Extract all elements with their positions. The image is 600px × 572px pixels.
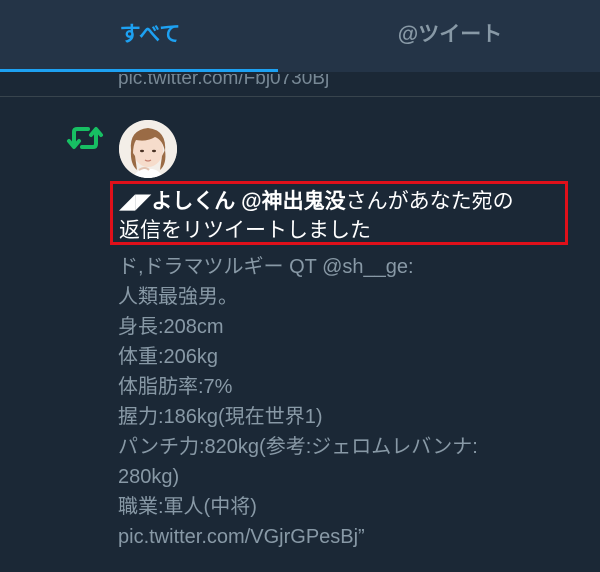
retweet-notification[interactable]: ◢◤よしくん @神出鬼没さんがあなた宛の 返信をリツイートしました	[110, 181, 568, 245]
tweet-line: 280kg)	[118, 466, 180, 488]
tab-bar: すべて @ツイート	[0, 0, 600, 72]
tweet-line: 身長:208cm	[118, 316, 224, 338]
avatar-illustration	[119, 120, 177, 178]
notifications-screen: すべて @ツイート pic.twitter.com/Fbj0730Bj ◢◤よし…	[0, 0, 600, 572]
notification-message-part2: 返信をリツイートしました	[119, 219, 371, 242]
divider	[0, 96, 600, 97]
active-tab-indicator	[0, 69, 278, 72]
tweet-link[interactable]: pic.twitter.com/VGjrGPesBj”	[118, 522, 578, 552]
user-handle[interactable]: @神出鬼没	[241, 190, 345, 213]
tab-all[interactable]: すべて	[0, 0, 300, 72]
notification-message-part1: さんがあなた宛の	[345, 190, 514, 213]
user-marks: ◢◤	[119, 190, 152, 213]
tab-mentions[interactable]: @ツイート	[300, 0, 600, 72]
tweet-line: 握力:186kg(現在世界1)	[118, 406, 323, 428]
retweeted-tweet-text[interactable]: ド,ドラマツルギー QT @sh__ge: 人類最強男。 身長:208cm 体重…	[118, 252, 578, 552]
tweet-line: ド,ドラマツルギー QT @sh__ge:	[118, 256, 414, 278]
user-avatar[interactable]	[119, 120, 177, 178]
tweet-line: 職業:軍人(中将)	[118, 496, 257, 518]
tweet-line: 体重:206kg	[118, 346, 219, 368]
tweet-line: 人類最強男。	[118, 286, 238, 308]
retweet-icon	[67, 127, 103, 149]
user-name[interactable]: よしくん	[151, 190, 235, 213]
tweet-line: パンチ力:820kg(参考:ジェロムレバンナ:	[118, 436, 478, 458]
tweet-line: 体脂肪率:7%	[118, 376, 233, 398]
